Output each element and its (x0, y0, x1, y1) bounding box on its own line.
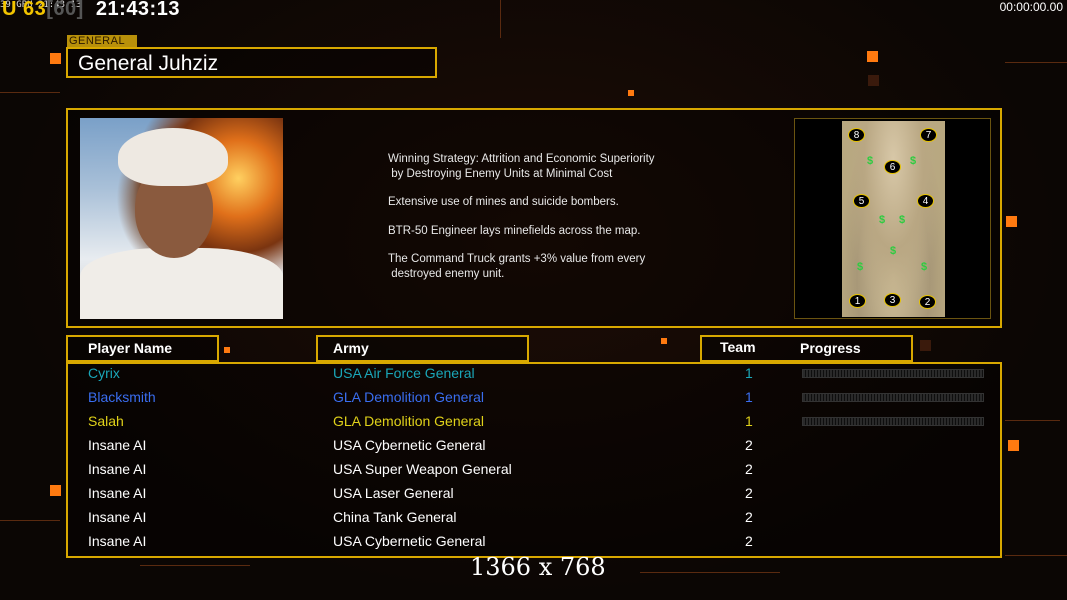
fps-prefix: U (2, 0, 17, 20)
decor-square (868, 75, 879, 86)
player-army: USA Laser General (333, 485, 454, 501)
decor-square (628, 90, 634, 96)
player-team: 2 (745, 509, 753, 525)
player-team: 2 (745, 533, 753, 549)
player-row: Insane AI USA Laser General 2 (88, 485, 988, 509)
player-name: Salah (88, 413, 124, 429)
decor-square (920, 340, 931, 351)
header-progress-label: Progress (800, 340, 861, 356)
decor-line (1005, 555, 1067, 556)
description-line: Extensive use of mines and suicide bombe… (388, 196, 619, 208)
cash-icon: $ (857, 261, 864, 273)
resolution-label: 1366 x 768 (470, 553, 606, 581)
spawn-marker: 3 (884, 293, 901, 307)
cash-icon: $ (910, 155, 917, 167)
player-row: Salah GLA Demolition General 1 (88, 413, 988, 437)
player-army: USA Air Force General (333, 365, 475, 381)
map-terrain (842, 121, 945, 317)
player-team: 2 (745, 485, 753, 501)
description-line: The Command Truck grants +3% value from … (388, 253, 646, 280)
player-name: Insane AI (88, 509, 147, 525)
player-army: USA Cybernetic General (333, 437, 486, 453)
spawn-marker: 6 (884, 160, 901, 174)
header-army-label: Army (333, 340, 369, 356)
player-name: Insane AI (88, 485, 147, 501)
decor-square (50, 485, 61, 496)
cash-icon: $ (899, 214, 906, 226)
player-row: Insane AI USA Super Weapon General 2 (88, 461, 988, 485)
cash-icon: $ (921, 261, 928, 273)
general-portrait (80, 118, 283, 319)
decor-line (140, 565, 250, 566)
spawn-marker: 2 (919, 295, 936, 309)
header-team-label: Team (720, 339, 756, 355)
player-team: 2 (745, 461, 753, 477)
player-name: Insane AI (88, 533, 147, 549)
decor-square (1008, 440, 1019, 451)
header-player-label: Player Name (88, 340, 173, 356)
player-row: Cyrix USA Air Force General 1 (88, 365, 988, 389)
decor-square (224, 347, 230, 353)
cash-icon: $ (867, 155, 874, 167)
header-player-name: Player Name (66, 335, 219, 362)
decor-square (867, 51, 878, 62)
spawn-marker: 4 (917, 194, 934, 208)
player-name: Insane AI (88, 461, 147, 477)
fps-cap: [60] (46, 0, 84, 20)
description-line: Winning Strategy: Attrition and Economic… (388, 153, 655, 180)
decor-line (640, 572, 780, 573)
player-team: 1 (745, 365, 753, 381)
general-title-box: General Juhziz (66, 47, 437, 78)
player-row: Insane AI USA Cybernetic General 2 (88, 437, 988, 461)
player-row: Insane AI China Tank General 2 (88, 509, 988, 533)
fps-counter: U 63[60] 21:43:13 (2, 0, 180, 21)
game-timer: 00:00:00.00 (999, 0, 1063, 14)
portrait-turban (118, 128, 228, 186)
player-team: 2 (745, 437, 753, 453)
header-team-progress: Team Progress (700, 335, 913, 362)
cash-icon: $ (879, 214, 886, 226)
player-army: GLA Demolition General (333, 389, 484, 405)
spawn-marker: 7 (920, 128, 937, 142)
clock: 21:43:13 (95, 0, 180, 20)
player-team: 1 (745, 389, 753, 405)
player-army: USA Cybernetic General (333, 533, 486, 549)
decor-line (0, 520, 60, 521)
decor-line (0, 92, 60, 93)
decor-line (500, 0, 501, 38)
map-preview: 8 7 6 5 4 1 3 2 $ $ $ $ $ $ $ (794, 118, 991, 319)
player-name: Insane AI (88, 437, 147, 453)
decor-square (661, 338, 667, 344)
portrait-robe (80, 248, 283, 319)
decor-square (50, 53, 61, 64)
general-name: General Juhziz (78, 52, 219, 75)
progress-bar (802, 369, 984, 378)
spawn-marker: 5 (853, 194, 870, 208)
header-army: Army (316, 335, 529, 362)
spawn-marker: 8 (848, 128, 865, 142)
player-army: GLA Demolition General (333, 413, 484, 429)
progress-bar (802, 417, 984, 426)
general-description: Winning Strategy: Attrition and Economic… (388, 152, 718, 295)
decor-square (1006, 216, 1017, 227)
decor-line (1005, 62, 1067, 63)
player-name: Blacksmith (88, 389, 156, 405)
player-row: Blacksmith GLA Demolition General 1 (88, 389, 988, 413)
player-army: USA Super Weapon General (333, 461, 512, 477)
player-army: China Tank General (333, 509, 457, 525)
decor-line (1005, 420, 1060, 421)
cash-icon: $ (890, 245, 897, 257)
description-line: BTR-50 Engineer lays minefields across t… (388, 224, 641, 237)
fps-value: 63 (23, 0, 47, 20)
player-team: 1 (745, 413, 753, 429)
player-name: Cyrix (88, 365, 120, 381)
progress-bar (802, 393, 984, 402)
spawn-marker: 1 (849, 294, 866, 308)
